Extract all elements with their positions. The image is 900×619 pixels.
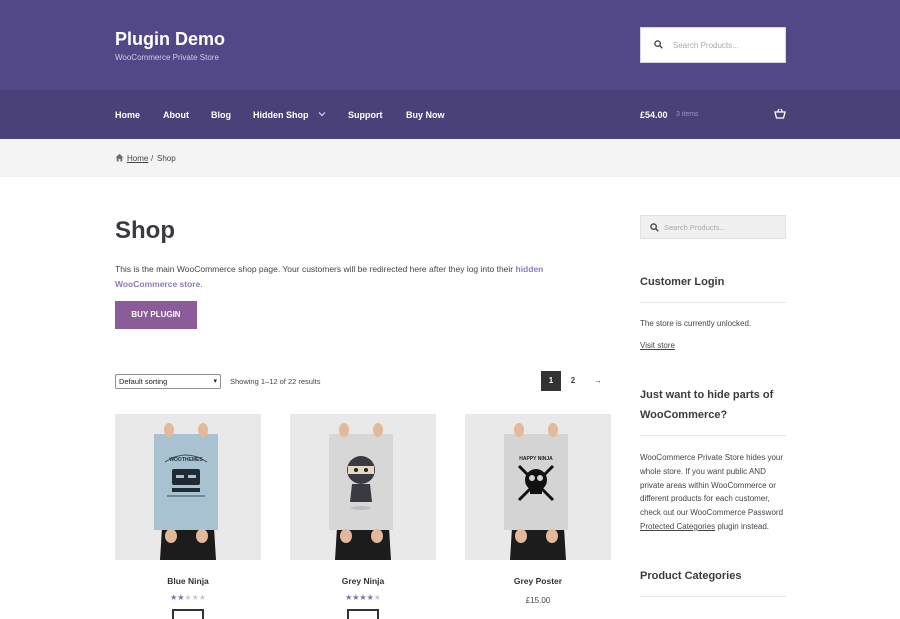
sidebar-search-input[interactable]: Search Products... bbox=[640, 215, 786, 239]
hide-parts-title-line2: WooCommerce? bbox=[640, 409, 728, 421]
hide-text-line5: check out our WooCommerce Password bbox=[640, 508, 784, 517]
search-icon bbox=[650, 223, 659, 232]
search-icon bbox=[654, 40, 663, 49]
breadcrumb-separator: / bbox=[151, 154, 154, 163]
pagination-current-page: 1 bbox=[541, 371, 561, 391]
intro-link-line2: WooCommerce store bbox=[115, 279, 201, 289]
grey-poster-image: HAPPY NINJA bbox=[465, 414, 611, 560]
select-arrow-icon: ▾ bbox=[213, 378, 217, 385]
sorting-select[interactable]: Default sorting ▾ bbox=[115, 374, 221, 389]
buy-plugin-button[interactable]: BUY PLUGIN bbox=[115, 301, 197, 329]
nav-about[interactable]: About bbox=[163, 110, 189, 120]
intro-link-line1: hidden bbox=[515, 264, 544, 274]
shop-intro: This is the main WooCommerce shop page. … bbox=[115, 262, 611, 292]
breadcrumb-home-link[interactable]: Home bbox=[127, 154, 148, 163]
widget-divider bbox=[640, 596, 786, 597]
product-title-grey-poster[interactable]: Grey Poster bbox=[465, 576, 611, 586]
star-rating: ★★★★★ bbox=[170, 593, 206, 602]
product-card[interactable]: HAPPY NINJA bbox=[465, 414, 611, 560]
search-placeholder: Search Products... bbox=[664, 223, 726, 232]
basket-icon[interactable] bbox=[774, 108, 786, 119]
home-icon bbox=[115, 153, 124, 162]
result-count: Showing 1–12 of 22 results bbox=[230, 377, 321, 386]
product-title-grey-ninja[interactable]: Grey Ninja bbox=[290, 576, 436, 586]
visit-store-link[interactable]: Visit store bbox=[640, 339, 790, 353]
product-image[interactable]: HAPPY NINJA bbox=[465, 414, 611, 560]
pagination-page-2[interactable]: 2 bbox=[563, 371, 583, 391]
protected-categories-link[interactable]: Protected Categories bbox=[640, 522, 715, 531]
nav-hidden-shop[interactable]: Hidden Shop bbox=[253, 110, 309, 120]
product-image[interactable]: WOOTHEMES bbox=[115, 414, 261, 560]
product-card[interactable] bbox=[290, 414, 436, 560]
product-card[interactable]: WOOTHEMES bbox=[115, 414, 261, 560]
product-categories-title: Product Categories bbox=[640, 570, 742, 582]
nav-buy-now[interactable]: Buy Now bbox=[406, 110, 445, 120]
hide-text-line2: whole store. If you want public AND bbox=[640, 467, 766, 476]
hide-text-end: plugin instead. bbox=[717, 522, 769, 531]
hide-text-line1: WooCommerce Private Store hides your bbox=[640, 453, 784, 462]
site-title[interactable]: Plugin Demo bbox=[115, 29, 225, 50]
page-title: Shop bbox=[115, 217, 175, 244]
hide-text-line6: Protected Categories plugin instead. bbox=[640, 520, 790, 534]
add-to-cart-button[interactable] bbox=[347, 609, 379, 619]
widget-divider bbox=[640, 302, 786, 303]
chevron-down-icon[interactable] bbox=[318, 111, 326, 117]
grey-ninja-poster-image bbox=[290, 414, 436, 560]
hide-parts-title-line1: Just want to hide parts of bbox=[640, 389, 774, 401]
header-search-input[interactable]: Search Products... bbox=[640, 27, 786, 63]
intro-end: . bbox=[200, 279, 203, 289]
blue-ninja-poster-image: WOOTHEMES bbox=[115, 414, 261, 560]
svg-text:WOOTHEMES: WOOTHEMES bbox=[169, 457, 203, 463]
site-description: WooCommerce Private Store bbox=[115, 53, 219, 62]
add-to-cart-button[interactable] bbox=[172, 609, 204, 619]
sorting-selected-value: Default sorting bbox=[119, 377, 168, 386]
customer-login-title: Customer Login bbox=[640, 276, 725, 288]
hide-text-line4: different products for each customer, bbox=[640, 494, 770, 503]
store-status-text: The store is currently unlocked. bbox=[640, 319, 752, 328]
intro-text: This is the main WooCommerce shop page. … bbox=[115, 264, 514, 274]
search-placeholder: Search Products... bbox=[673, 41, 739, 50]
product-title-blue-ninja[interactable]: Blue Ninja bbox=[115, 576, 261, 586]
product-price: £15.00 bbox=[525, 596, 551, 605]
breadcrumb-current: Shop bbox=[157, 154, 176, 163]
cart-total[interactable]: £54.00 bbox=[640, 110, 668, 120]
star-rating: ★★★★★ bbox=[345, 593, 381, 602]
hide-text-line3: private areas within WooCommerce or bbox=[640, 481, 776, 490]
nav-home[interactable]: Home bbox=[115, 110, 140, 120]
widget-divider bbox=[640, 435, 786, 436]
nav-support[interactable]: Support bbox=[348, 110, 383, 120]
nav-blog[interactable]: Blog bbox=[211, 110, 231, 120]
pagination-next-arrow[interactable]: → bbox=[585, 371, 611, 391]
cart-count[interactable]: 3 items bbox=[676, 111, 699, 118]
svg-text:HAPPY NINJA: HAPPY NINJA bbox=[519, 456, 553, 462]
product-image[interactable] bbox=[290, 414, 436, 560]
